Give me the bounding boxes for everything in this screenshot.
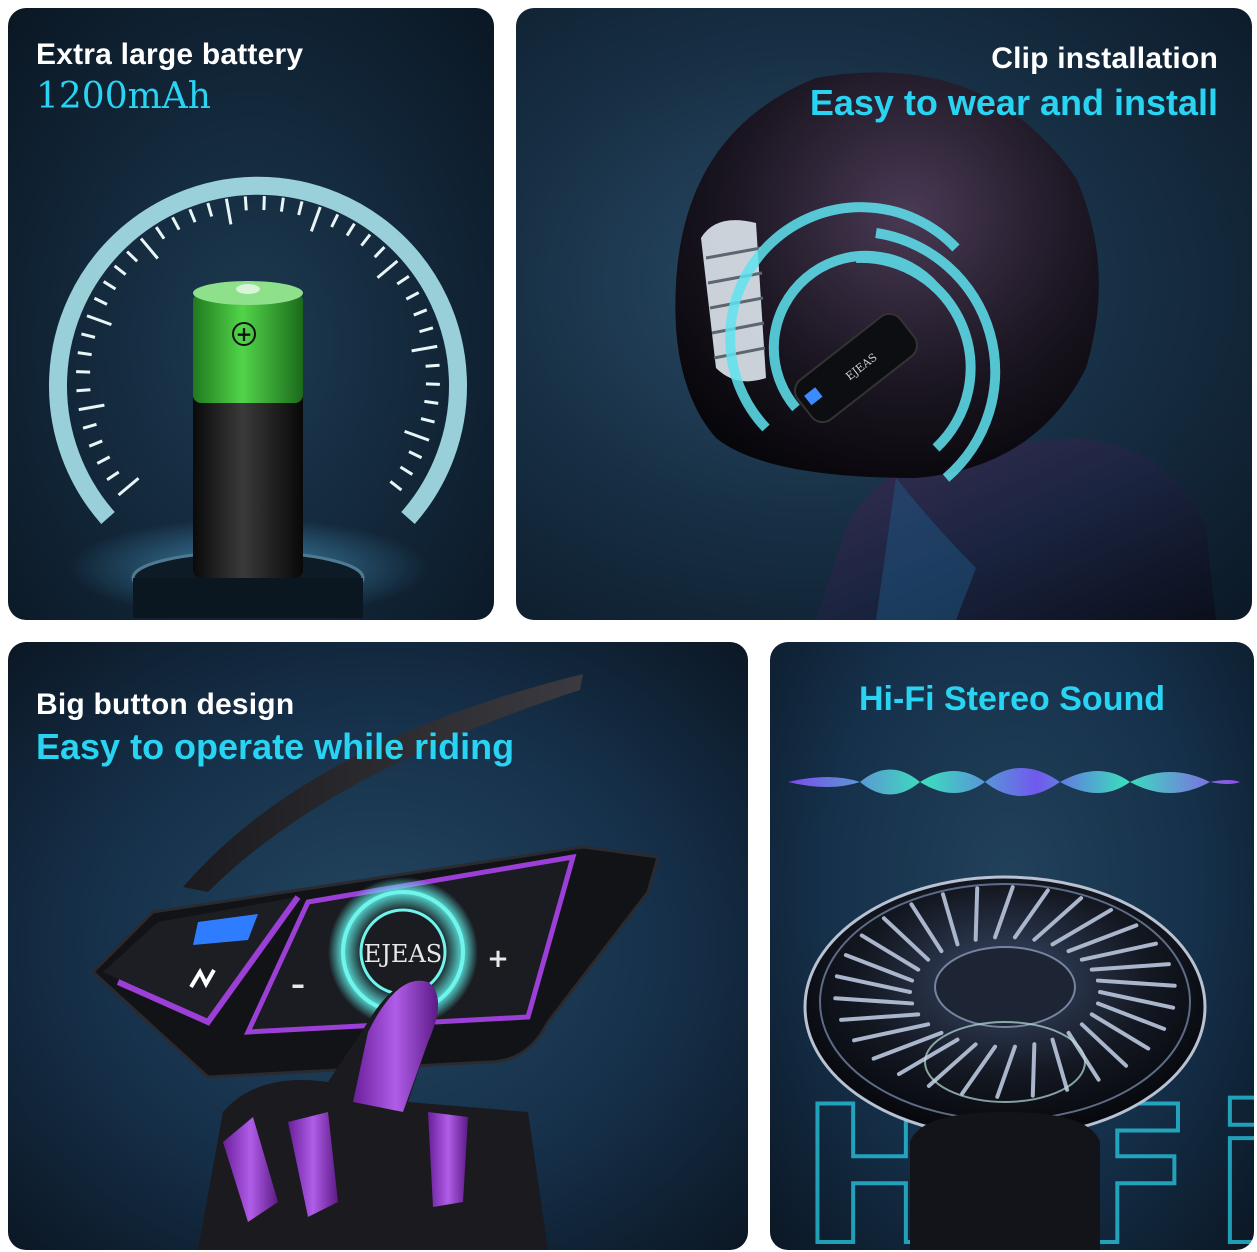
dial-tick — [139, 237, 159, 260]
dial-tick — [297, 201, 304, 216]
dial-tick — [82, 422, 97, 430]
battery-subtitle: 1200mAh — [36, 76, 211, 117]
dial-tick — [188, 208, 197, 223]
clip-subtitle: Easy to wear and install — [809, 82, 1218, 123]
battery-plus-symbol: + — [236, 322, 253, 346]
dial-tick — [224, 198, 233, 225]
plus-button-label: + — [487, 944, 509, 974]
button-title: Big button design — [36, 688, 295, 721]
hifi-panel: HiFi Hi-Fi Stereo Sound — [770, 642, 1254, 1250]
button-panel: EJEAS – + Big button design Easy to oper… — [8, 642, 748, 1250]
battery-panel: + Extra large battery 1200mAh — [8, 8, 494, 620]
clip-title: Clip installation — [991, 42, 1218, 75]
dial-tick — [411, 344, 438, 353]
dial-tick — [309, 206, 322, 232]
dial-tick — [171, 216, 181, 231]
dial-tick — [396, 274, 410, 286]
dial-tick — [206, 202, 214, 217]
dial-tick — [389, 480, 403, 492]
minus-button-label: – — [291, 968, 305, 1001]
hifi-title: Hi-Fi Stereo Sound — [859, 680, 1165, 718]
speaker-fin — [973, 886, 980, 942]
dial-tick — [408, 450, 423, 460]
dial-tick — [93, 296, 108, 306]
dial-tick — [413, 308, 428, 317]
dial-tick — [88, 439, 103, 448]
speaker-illustration: HiFi — [788, 768, 1254, 1250]
dial-tick — [345, 222, 356, 237]
dial-tick — [399, 465, 414, 476]
speaker-fin — [1030, 1042, 1037, 1098]
dial-tick — [117, 477, 140, 497]
dial-tick — [76, 388, 91, 393]
dial-tick — [126, 250, 139, 263]
dial-tick — [113, 264, 127, 276]
dial-tick — [404, 429, 430, 442]
dial-tick — [360, 233, 372, 247]
dial-tick — [81, 332, 96, 339]
dial-tick — [424, 399, 439, 405]
dial-tick — [419, 326, 434, 334]
dial-tick — [78, 403, 105, 412]
dial-tick — [154, 226, 166, 240]
button-subtitle: Easy to operate while riding — [36, 726, 515, 767]
clip-panel: EJEAS Clip installation Easy to wear and… — [516, 8, 1252, 620]
button-device-brand: EJEAS — [364, 940, 442, 968]
dial-tick — [243, 196, 248, 211]
dial-tick — [106, 470, 120, 482]
dial-tick — [96, 455, 111, 465]
dial-tick — [102, 280, 117, 291]
battery-title: Extra large battery — [36, 38, 304, 71]
dial-tick — [373, 246, 386, 259]
dial-tick — [425, 363, 440, 368]
dial-tick — [86, 314, 112, 327]
dial-tick — [279, 197, 285, 212]
dial-tick — [77, 351, 92, 357]
dial-tick — [376, 259, 399, 279]
dial-tick — [405, 291, 420, 301]
dial-tick — [330, 213, 340, 228]
dial-tick — [420, 417, 435, 424]
